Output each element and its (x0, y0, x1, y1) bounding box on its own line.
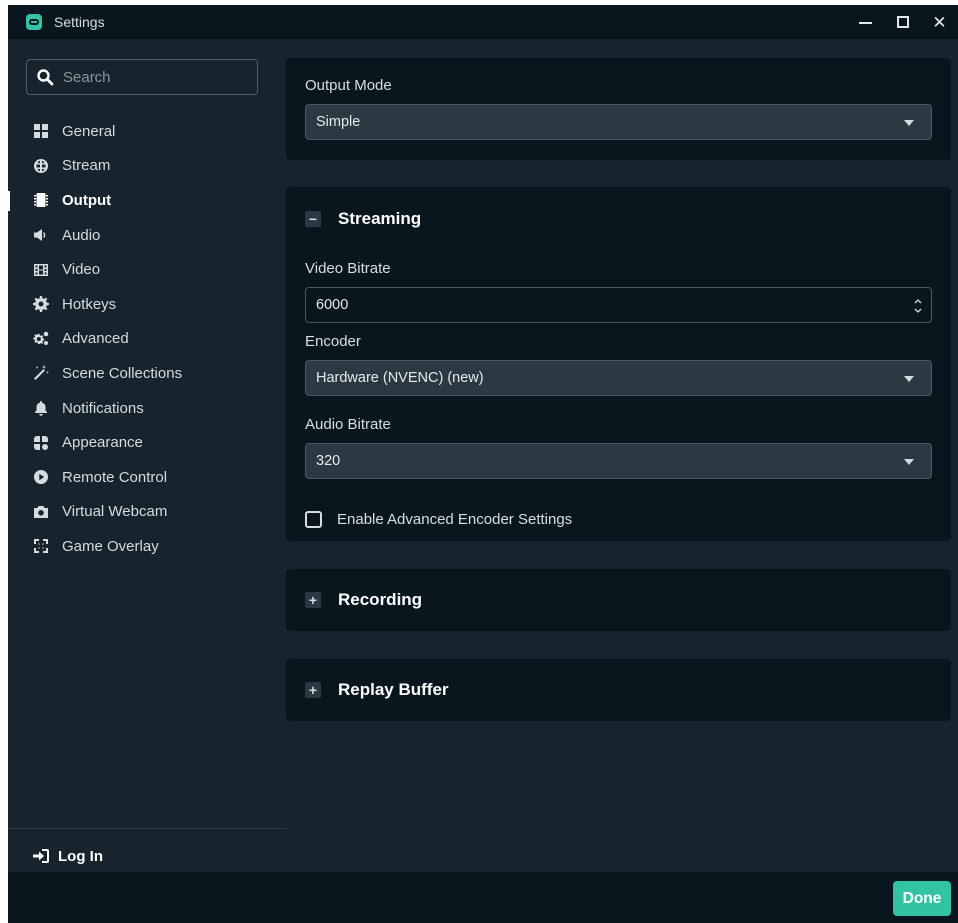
maximize-icon (896, 16, 909, 28)
sidebar-item-advanced[interactable]: Advanced (8, 322, 286, 357)
replay-buffer-card: + Replay Buffer (286, 659, 951, 721)
sidebar-item-label: Virtual Webcam (62, 503, 168, 521)
sidebar-item-label: Hotkeys (62, 295, 117, 313)
sidebar-item-game-overlay[interactable]: Game Overlay (8, 529, 286, 564)
advanced-encoder-checkbox[interactable] (305, 511, 322, 528)
sidebar-item-remote-control[interactable]: Remote Control (8, 460, 286, 495)
sidebar-divider (8, 828, 286, 829)
spinner-icon[interactable] (913, 296, 923, 316)
output-mode-card: Output Mode Simple (286, 58, 951, 160)
streaming-title: Streaming (338, 209, 422, 228)
sidebar-item-hotkeys[interactable]: Hotkeys (8, 287, 286, 322)
camera-icon (32, 503, 50, 521)
sidebar-item-scene-collections[interactable]: Scene Collections (8, 356, 286, 391)
advanced-encoder-label: Enable Advanced Encoder Settings (337, 511, 573, 528)
sidebar-item-label: Video (62, 261, 101, 279)
video-bitrate-input[interactable]: 6000 (305, 287, 932, 323)
window-controls: ✕ (847, 5, 958, 39)
footer-bar: Done (8, 872, 958, 923)
search-icon (37, 69, 54, 86)
sidebar-item-audio[interactable]: Audio (8, 218, 286, 253)
film-icon (32, 261, 50, 279)
replay-buffer-title: Replay Buffer (338, 680, 449, 699)
sidebar-item-stream[interactable]: Stream (8, 149, 286, 184)
audio-bitrate-label: Audio Bitrate (305, 416, 391, 433)
bell-icon (32, 399, 50, 417)
advanced-encoder-checkbox-row[interactable]: Enable Advanced Encoder Settings (305, 511, 572, 528)
recording-section-header[interactable]: + Recording (305, 590, 422, 610)
chip-icon (32, 191, 50, 209)
search-input[interactable] (63, 68, 243, 86)
expand-icon (32, 537, 50, 555)
chevron-down-icon (904, 376, 914, 382)
sidebar-nav: General Stream Output Audio Video Hotkey… (8, 114, 286, 564)
collapse-icon: − (305, 211, 321, 227)
window-title: Settings (54, 14, 105, 30)
palette-icon (32, 434, 50, 452)
audio-bitrate-select[interactable]: 320 (305, 443, 932, 479)
close-icon: ✕ (932, 12, 947, 32)
title-bar: Settings ✕ (8, 5, 958, 39)
maximize-button[interactable] (884, 5, 921, 39)
app-logo-icon (26, 14, 42, 30)
chevron-down-icon (904, 459, 914, 465)
sidebar-item-appearance[interactable]: Appearance (8, 425, 286, 460)
streaming-section-header[interactable]: − Streaming (305, 209, 421, 229)
expand-toggle-icon: + (305, 592, 321, 608)
sidebar-item-label: Advanced (62, 330, 129, 348)
encoder-label: Encoder (305, 333, 361, 350)
video-bitrate-value: 6000 (316, 297, 349, 313)
sidebar-item-label: Stream (62, 157, 111, 175)
sidebar-item-output[interactable]: Output (8, 183, 286, 218)
sidebar: General Stream Output Audio (8, 39, 286, 872)
sidebar-item-label: General (62, 122, 116, 140)
sidebar-item-general[interactable]: General (8, 114, 286, 149)
gear-icon (32, 295, 50, 313)
sign-in-icon (33, 849, 49, 863)
login-label: Log In (58, 847, 103, 865)
sidebar-item-label: Appearance (62, 434, 143, 452)
recording-card: + Recording (286, 569, 951, 631)
minimize-button[interactable] (847, 5, 884, 39)
sidebar-item-label: Remote Control (62, 468, 168, 486)
sidebar-item-label: Output (62, 191, 112, 209)
encoder-value: Hardware (NVENC) (new) (316, 370, 484, 386)
magic-wand-icon (32, 364, 50, 382)
replay-buffer-section-header[interactable]: + Replay Buffer (305, 680, 449, 700)
sidebar-item-virtual-webcam[interactable]: Virtual Webcam (8, 495, 286, 530)
search-box (26, 59, 258, 95)
sidebar-item-label: Scene Collections (62, 364, 183, 382)
audio-bitrate-value: 320 (316, 453, 341, 469)
sidebar-item-label: Audio (62, 226, 101, 244)
sidebar-item-label: Notifications (62, 399, 144, 417)
grid-icon (32, 122, 50, 140)
recording-title: Recording (338, 590, 423, 609)
settings-window: Settings ✕ Gener (8, 5, 958, 923)
sidebar-item-video[interactable]: Video (8, 252, 286, 287)
close-button[interactable]: ✕ (921, 5, 958, 39)
globe-icon (32, 157, 50, 175)
play-circle-icon (32, 468, 50, 486)
output-mode-value: Simple (316, 114, 361, 130)
expand-toggle-icon: + (305, 682, 321, 698)
login-button[interactable]: Log In (32, 845, 103, 867)
output-mode-select[interactable]: Simple (305, 104, 932, 140)
sidebar-item-notifications[interactable]: Notifications (8, 391, 286, 426)
streaming-card: − Streaming Video Bitrate 6000 Encoder H… (286, 187, 951, 541)
gears-icon (32, 330, 50, 348)
chevron-down-icon (904, 120, 914, 126)
minimize-icon (859, 22, 872, 24)
encoder-select[interactable]: Hardware (NVENC) (new) (305, 360, 932, 396)
sidebar-item-label: Game Overlay (62, 537, 159, 555)
video-bitrate-label: Video Bitrate (305, 260, 391, 277)
output-mode-label: Output Mode (305, 77, 392, 94)
done-button[interactable]: Done (893, 881, 951, 916)
speaker-icon (32, 226, 50, 244)
settings-content: Output Mode Simple − Streaming Video Bit… (286, 39, 958, 872)
